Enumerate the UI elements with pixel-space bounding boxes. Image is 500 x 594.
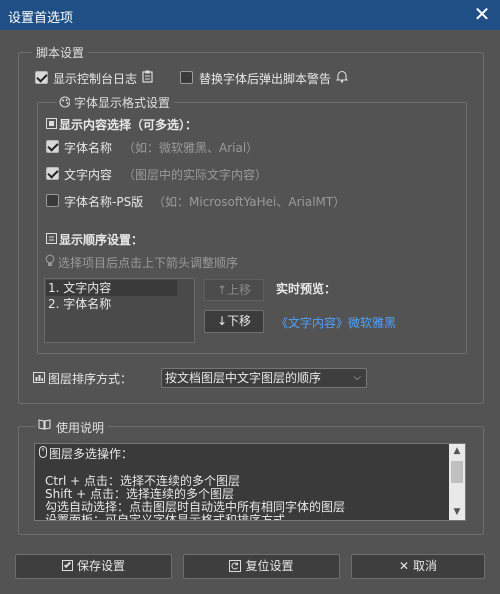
- save-label: 保存设置: [76, 559, 125, 573]
- layer-sort-selected: 按文档图层中文字图层的顺序: [165, 371, 322, 385]
- save-button[interactable]: 保存设置: [15, 554, 172, 579]
- show-console-log-label: 显示控制台日志: [53, 72, 138, 86]
- text-content-label: 文字内容: [64, 168, 113, 182]
- content-heading: 显示内容选择（可多选）：: [59, 118, 198, 132]
- font-display-legend: 字体显示格式设置: [70, 94, 175, 111]
- book-icon: [36, 419, 53, 430]
- chevron-down-icon: ⌵: [353, 372, 361, 383]
- scroll-thumb[interactable]: [451, 461, 463, 483]
- usage-line: 图层多选操作：: [49, 447, 134, 461]
- checkbox-icon: [61, 560, 73, 571]
- window-title: 设置首选项: [8, 11, 74, 26]
- reset-button[interactable]: 复位设置: [183, 554, 340, 579]
- scroll-up-icon[interactable]: ▲: [449, 444, 465, 459]
- move-down-button[interactable]: ↓下移: [204, 310, 264, 333]
- list-item[interactable]: 1. 文字内容: [46, 280, 177, 296]
- text-content-hint: （图层中的实际文字内容）: [123, 168, 268, 182]
- close-icon: ✕: [398, 559, 410, 573]
- usage-scrollbar[interactable]: ▲ ▼: [449, 444, 465, 520]
- font-name-label: 字体名称: [64, 141, 113, 155]
- title-bar: 设置首选项 ✕: [0, 0, 500, 30]
- cancel-label: 取消: [413, 559, 438, 573]
- cancel-button[interactable]: ✕ 取消: [351, 554, 485, 579]
- grid-icon: [46, 118, 57, 129]
- script-settings-legend: 脚本设置: [32, 44, 89, 61]
- bell-icon: [336, 70, 348, 83]
- lightbulb-icon: [45, 254, 55, 267]
- order-listbox[interactable]: 1. 文字内容 2. 字体名称: [44, 278, 195, 343]
- layer-sort-label: 图层排序方式：: [48, 372, 133, 386]
- list-order-icon: [46, 233, 57, 244]
- font-name-ps-checkbox[interactable]: [46, 194, 59, 207]
- replace-warning-checkbox[interactable]: [180, 71, 193, 84]
- preview-value: 《文字内容》微软雅黑: [276, 316, 397, 330]
- usage-textarea[interactable]: 图层多选操作： Ctrl + 点击：选择不连续的多个图层 Shift + 点击：…: [34, 443, 466, 521]
- layer-sort-select[interactable]: 按文档图层中文字图层的顺序 ⌵: [161, 368, 367, 388]
- reset-icon: [229, 560, 242, 572]
- order-heading: 显示顺序设置：: [59, 233, 144, 247]
- text-content-checkbox[interactable]: [46, 167, 59, 180]
- usage-line: 设置面板：可自定义字体显示格式和排序方式: [45, 513, 286, 521]
- replace-warning-label: 替换字体后弹出脚本警告: [199, 72, 332, 86]
- mouse-icon: [39, 446, 47, 458]
- reset-label: 复位设置: [245, 559, 294, 573]
- order-hint: 选择项目后点击上下箭头调整顺序: [58, 256, 239, 270]
- preview-label: 实时预览：: [276, 282, 337, 296]
- usage-legend: 使用说明: [52, 419, 109, 436]
- font-name-hint: （如：微软雅黑、Arial）: [123, 141, 259, 155]
- font-name-checkbox[interactable]: [46, 140, 59, 153]
- clipboard-icon: [142, 70, 153, 83]
- scroll-down-icon[interactable]: ▼: [449, 505, 465, 520]
- move-up-button[interactable]: ↑上移: [204, 279, 264, 301]
- font-name-ps-label: 字体名称-PS版: [64, 195, 144, 209]
- show-console-log-checkbox[interactable]: [35, 71, 48, 84]
- close-icon[interactable]: ✕: [472, 2, 492, 26]
- font-name-ps-hint: （如：MicrosoftYaHei、ArialMT）: [153, 195, 346, 209]
- bar-chart-icon: [33, 372, 45, 383]
- list-item[interactable]: 2. 字体名称: [46, 296, 177, 312]
